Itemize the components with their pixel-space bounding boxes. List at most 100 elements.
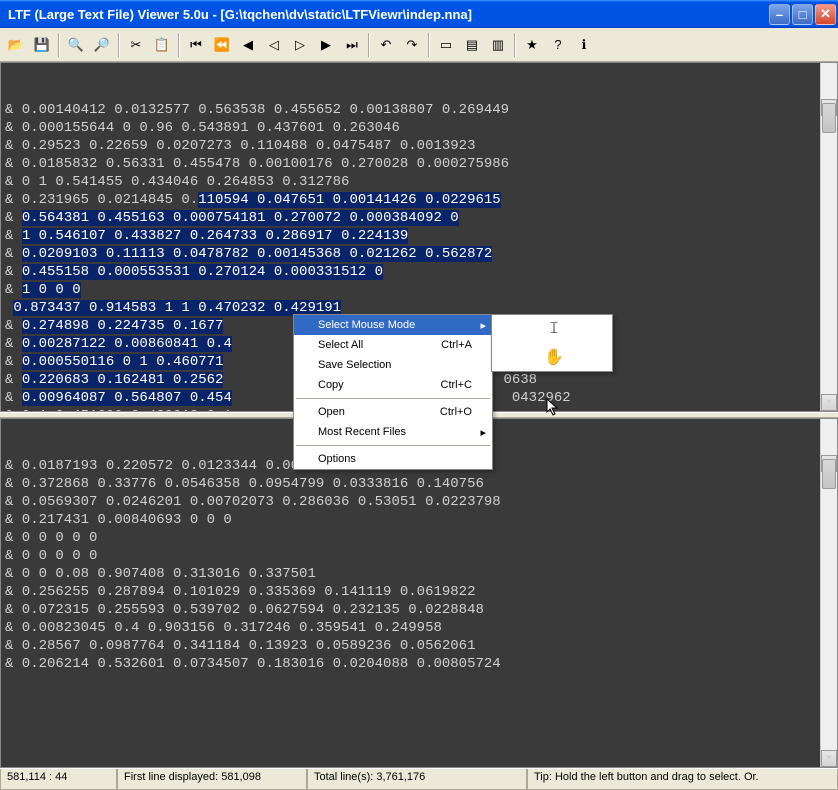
mouse-cursor-icon <box>546 398 562 423</box>
find-next-button[interactable]: 🔎 <box>90 33 114 57</box>
text-line[interactable]: & 0.072315 0.255593 0.539702 0.0627594 0… <box>5 601 833 619</box>
menu-item-label: Copy <box>318 379 421 391</box>
about-button[interactable]: ℹ <box>572 33 596 57</box>
nav-prev-100-button[interactable]: ◀ <box>236 33 260 57</box>
help-icon: ? <box>554 37 561 52</box>
toolbar-separator <box>368 33 370 57</box>
text-line[interactable]: & 0.0569307 0.0246201 0.00702073 0.28603… <box>5 493 833 511</box>
menu-shortcut: Ctrl+C <box>441 379 472 391</box>
scroll-down-button[interactable]: ▼ <box>821 394 837 411</box>
nav-first-button[interactable]: ⏮ <box>184 33 208 57</box>
text-line[interactable]: & 0 0 0 0 0 <box>5 547 833 565</box>
tile-vert-button[interactable]: ▥ <box>486 33 510 57</box>
text-line[interactable]: & 0.0185832 0.56331 0.455478 0.00100176 … <box>5 155 833 173</box>
scroll-thumb[interactable] <box>822 103 836 133</box>
minimize-button[interactable]: – <box>769 4 790 25</box>
mouse-mode-submenu[interactable]: 𝙸✋ <box>491 314 613 372</box>
menu-shortcut: Ctrl+O <box>440 406 472 418</box>
menu-item-label: Most Recent Files <box>318 426 472 438</box>
text-line[interactable]: & 0.00140412 0.0132577 0.563538 0.455652… <box>5 101 833 119</box>
toolbar: 📂 💾 🔍 🔎 ✂ 📋 ⏮ ⏪ ◀ ◁▷ ▶ ⏭ ↶ ↷ ▭ ▤ ▥ ★? ℹ <box>0 28 838 62</box>
mouse-mode-hand-grab[interactable]: ✋ <box>492 343 612 371</box>
maximize-button[interactable]: □ <box>792 4 813 25</box>
menu-item-open[interactable]: OpenCtrl+O <box>294 402 492 422</box>
split-view-button[interactable]: ▭ <box>434 33 458 57</box>
nav-last-button[interactable]: ⏭ <box>340 33 364 57</box>
copy-button[interactable]: 📋 <box>150 33 174 57</box>
context-menu[interactable]: Select Mouse Mode▸Select AllCtrl+A Save S… <box>293 314 493 470</box>
help-button[interactable]: ? <box>546 33 570 57</box>
nav-last-icon: ⏭ <box>346 37 358 53</box>
submenu-arrow-icon: ▸ <box>480 426 486 439</box>
menu-item-label: Options <box>318 453 472 465</box>
copy-icon: 📋 <box>154 37 170 53</box>
toolbar-separator <box>58 33 60 57</box>
title-bar: LTF (Large Text File) Viewer 5.0u - [G:\… <box>0 0 838 28</box>
text-line[interactable]: & 0.000155644 0 0.96 0.543891 0.437601 0… <box>5 119 833 137</box>
text-line[interactable]: & 0.256255 0.287894 0.101029 0.335369 0.… <box>5 583 833 601</box>
nav-prev-100-icon: ◀ <box>243 37 253 53</box>
status-bar: 581,114 : 44 First line displayed: 581,0… <box>0 768 838 790</box>
window-title: LTF (Large Text File) Viewer 5.0u - [G:\… <box>2 7 769 22</box>
nav-prev-10-button[interactable]: ◁ <box>262 33 286 57</box>
toolbar-separator <box>118 33 120 57</box>
menu-item-save-selection[interactable]: Save Selection <box>294 355 492 375</box>
undo-button[interactable]: ↶ <box>374 33 398 57</box>
menu-item-select-mouse-mode[interactable]: Select Mouse Mode▸ <box>294 315 492 335</box>
menu-item-label: Save Selection <box>318 359 472 371</box>
status-position: 581,114 : 44 <box>0 769 117 790</box>
text-line[interactable]: & 0.217431 0.00840693 0 0 0 <box>5 511 833 529</box>
scrollbar-vertical[interactable]: ▲ ▼ <box>820 419 837 767</box>
text-line[interactable]: & 0 1 0.541455 0.434046 0.264853 0.31278… <box>5 173 833 191</box>
menu-item-select-all[interactable]: Select AllCtrl+A <box>294 335 492 355</box>
nav-prev-1000-button[interactable]: ⏪ <box>210 33 234 57</box>
menu-item-options[interactable]: Options <box>294 449 492 469</box>
bottom-text-pane[interactable]: & 0.0187193 0.220572 0.0123344 0.0016781… <box>0 418 838 768</box>
find-next-icon: 🔎 <box>94 37 110 53</box>
split-view-icon: ▭ <box>440 37 452 53</box>
text-line[interactable]: & 0.372868 0.33776 0.0546358 0.0954799 0… <box>5 475 833 493</box>
save-file-button[interactable]: 💾 <box>30 33 54 57</box>
cut-button[interactable]: ✂ <box>124 33 148 57</box>
menu-item-copy[interactable]: Copy Ctrl+C <box>294 375 492 395</box>
cut-icon: ✂ <box>131 37 142 53</box>
nav-first-icon: ⏮ <box>190 37 202 53</box>
window-buttons: – □ ✕ <box>769 4 836 25</box>
nav-next-100-icon: ▶ <box>321 37 331 53</box>
menu-separator <box>296 398 490 399</box>
mouse-mode-text-cursor[interactable]: 𝙸 <box>492 315 612 343</box>
bookmark-button[interactable]: ★ <box>520 33 544 57</box>
text-line[interactable]: & 0.564381 0.455163 0.000754181 0.270072… <box>5 209 833 227</box>
tile-horiz-button[interactable]: ▤ <box>460 33 484 57</box>
scroll-thumb[interactable] <box>822 459 836 489</box>
text-line[interactable]: & 0.0209103 0.11113 0.0478782 0.00145368… <box>5 245 833 263</box>
text-line[interactable]: & 1 0 0 0 <box>5 281 833 299</box>
find-button[interactable]: 🔍 <box>64 33 88 57</box>
text-line[interactable]: & 0.206214 0.532601 0.0734507 0.183016 0… <box>5 655 833 673</box>
toolbar-separator <box>178 33 180 57</box>
text-line[interactable]: & 0.00823045 0.4 0.903156 0.317246 0.359… <box>5 619 833 637</box>
about-icon: ℹ <box>582 37 587 53</box>
redo-button[interactable]: ↷ <box>400 33 424 57</box>
tile-vert-icon: ▥ <box>492 37 504 53</box>
submenu-arrow-icon: ▸ <box>480 319 486 332</box>
open-file-button[interactable]: 📂 <box>4 33 28 57</box>
text-line[interactable]: & 0 0 0.08 0.907408 0.313016 0.337501 <box>5 565 833 583</box>
scroll-down-button[interactable]: ▼ <box>821 750 837 767</box>
nav-prev-1000-icon: ⏪ <box>214 37 230 53</box>
text-line[interactable]: & 0.28567 0.0987764 0.341184 0.13923 0.0… <box>5 637 833 655</box>
text-line[interactable]: & 1 0.546107 0.433827 0.264733 0.286917 … <box>5 227 833 245</box>
text-line[interactable]: & 0.29523 0.22659 0.0207273 0.110488 0.0… <box>5 137 833 155</box>
text-line[interactable]: & 0 0 0 0 0 <box>5 529 833 547</box>
status-tip: Tip: Hold the left button and drag to se… <box>527 769 838 790</box>
open-file-icon: 📂 <box>8 37 24 53</box>
scrollbar-vertical[interactable]: ▲ ▼ <box>820 63 837 411</box>
text-line[interactable]: & 0.455158 0.000553531 0.270124 0.000331… <box>5 263 833 281</box>
nav-next-10-button[interactable]: ▷ <box>288 33 312 57</box>
menu-item-most-recent-files[interactable]: Most Recent Files ▸ <box>294 422 492 442</box>
nav-next-100-button[interactable]: ▶ <box>314 33 338 57</box>
menu-item-label: Select All <box>318 339 421 351</box>
close-button[interactable]: ✕ <box>815 4 836 25</box>
redo-icon: ↷ <box>407 37 418 53</box>
text-line[interactable]: & 0.231965 0.0214845 0.110594 0.047651 0… <box>5 191 833 209</box>
